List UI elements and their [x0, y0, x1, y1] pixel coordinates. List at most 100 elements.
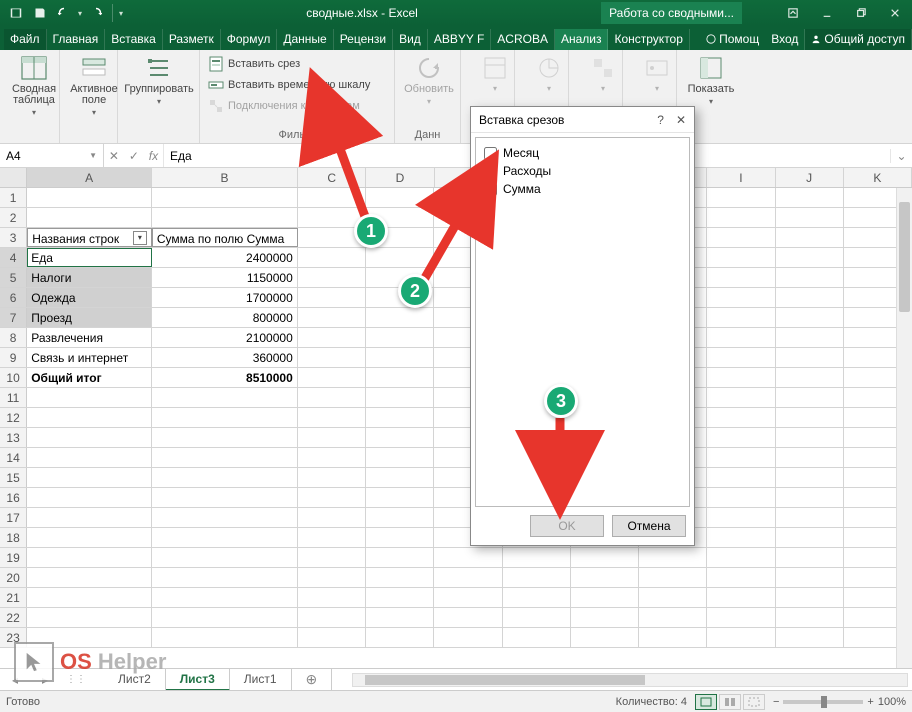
- cell[interactable]: [707, 368, 775, 387]
- cell[interactable]: [27, 548, 152, 567]
- row-header[interactable]: 19: [0, 548, 27, 567]
- cell[interactable]: [152, 528, 298, 547]
- cell[interactable]: [152, 488, 298, 507]
- cell[interactable]: [434, 628, 502, 647]
- cell[interactable]: [298, 408, 366, 427]
- row-header[interactable]: 22: [0, 608, 27, 627]
- cell[interactable]: [434, 548, 502, 567]
- new-sheet-button[interactable]: ⊕: [292, 668, 333, 691]
- row-header[interactable]: 16: [0, 488, 27, 507]
- cell[interactable]: [776, 408, 844, 427]
- cell[interactable]: [707, 528, 775, 547]
- refresh-button[interactable]: Обновить▾: [401, 54, 457, 106]
- cell[interactable]: [298, 228, 366, 247]
- cell[interactable]: [298, 208, 366, 227]
- cell[interactable]: [366, 428, 434, 447]
- redo-button[interactable]: [86, 3, 106, 23]
- cell[interactable]: [434, 568, 502, 587]
- share-button[interactable]: Общий доступ: [805, 29, 912, 50]
- cell[interactable]: [639, 608, 707, 627]
- cell[interactable]: [152, 628, 298, 647]
- cell[interactable]: [707, 288, 775, 307]
- slicer-field-row[interactable]: Сумма: [482, 180, 683, 198]
- cell[interactable]: [298, 348, 366, 367]
- cell[interactable]: [707, 468, 775, 487]
- cell[interactable]: [152, 448, 298, 467]
- cell[interactable]: Одежда: [27, 288, 152, 307]
- cell[interactable]: [366, 388, 434, 407]
- cell[interactable]: [152, 188, 298, 207]
- cell[interactable]: Общий итог: [27, 368, 152, 387]
- cell[interactable]: [152, 548, 298, 567]
- cell[interactable]: [639, 628, 707, 647]
- cell[interactable]: [366, 468, 434, 487]
- cell[interactable]: [571, 568, 639, 587]
- tab-layout[interactable]: Разметк: [163, 29, 221, 50]
- cell[interactable]: [366, 508, 434, 527]
- cell[interactable]: [707, 568, 775, 587]
- cell[interactable]: [707, 248, 775, 267]
- cell[interactable]: Связь и интернет: [27, 348, 152, 367]
- cell[interactable]: [27, 408, 152, 427]
- cell[interactable]: [571, 588, 639, 607]
- cell[interactable]: [707, 588, 775, 607]
- cell[interactable]: 8510000: [152, 368, 298, 387]
- cell[interactable]: 360000: [152, 348, 298, 367]
- dialog-cancel-button[interactable]: Отмена: [612, 515, 686, 537]
- cell[interactable]: [298, 548, 366, 567]
- cell[interactable]: [776, 248, 844, 267]
- row-header[interactable]: 12: [0, 408, 27, 427]
- insert-slicer-button[interactable]: Вставить срез: [206, 54, 388, 74]
- minimize-button[interactable]: [810, 0, 844, 26]
- cell[interactable]: [27, 448, 152, 467]
- cell[interactable]: [776, 508, 844, 527]
- cell[interactable]: [27, 528, 152, 547]
- row-header[interactable]: 10: [0, 368, 27, 387]
- row-header[interactable]: 18: [0, 528, 27, 547]
- cell[interactable]: [152, 428, 298, 447]
- cell[interactable]: [366, 248, 434, 267]
- cell[interactable]: [366, 188, 434, 207]
- save-button[interactable]: [30, 3, 50, 23]
- cell[interactable]: [27, 508, 152, 527]
- cell[interactable]: [707, 628, 775, 647]
- cell[interactable]: [707, 428, 775, 447]
- col-header-D[interactable]: D: [366, 168, 434, 187]
- cell[interactable]: [434, 608, 502, 627]
- zoom-out-button[interactable]: −: [773, 696, 779, 708]
- cell[interactable]: [776, 548, 844, 567]
- insert-timeline-button[interactable]: Вставить временную шкалу: [206, 75, 388, 95]
- tab-design[interactable]: Конструктор: [608, 29, 689, 50]
- cell[interactable]: [503, 628, 571, 647]
- cell[interactable]: 1700000: [152, 288, 298, 307]
- cell[interactable]: [152, 568, 298, 587]
- cell[interactable]: [776, 188, 844, 207]
- cell[interactable]: [776, 328, 844, 347]
- cell[interactable]: Названия строк: [27, 228, 152, 247]
- cell[interactable]: [571, 608, 639, 627]
- tab-acrobat[interactable]: ACROBA: [491, 29, 555, 50]
- help-button[interactable]: Помощ: [700, 29, 765, 50]
- cell[interactable]: [707, 268, 775, 287]
- cell[interactable]: [298, 428, 366, 447]
- cell[interactable]: [152, 388, 298, 407]
- cell[interactable]: [707, 348, 775, 367]
- col-header-C[interactable]: C: [298, 168, 366, 187]
- slicer-field-row[interactable]: Расходы: [482, 162, 683, 180]
- cell[interactable]: 2100000: [152, 328, 298, 347]
- ribbon-btn-3[interactable]: ▾: [575, 54, 631, 93]
- cell[interactable]: [776, 268, 844, 287]
- cell[interactable]: [707, 488, 775, 507]
- cell[interactable]: [776, 568, 844, 587]
- slicer-field-row[interactable]: Месяц: [482, 144, 683, 162]
- cell[interactable]: [571, 628, 639, 647]
- cell[interactable]: Еда: [27, 248, 152, 267]
- cell[interactable]: [366, 628, 434, 647]
- cell[interactable]: [298, 388, 366, 407]
- cell[interactable]: [366, 588, 434, 607]
- cell[interactable]: [366, 228, 434, 247]
- cell[interactable]: [298, 328, 366, 347]
- cell[interactable]: [27, 588, 152, 607]
- sheet-tab[interactable]: Лист3: [166, 669, 230, 691]
- cell[interactable]: [776, 288, 844, 307]
